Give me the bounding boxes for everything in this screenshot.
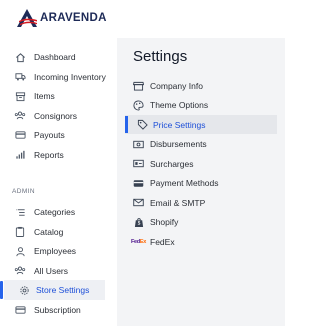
sidebar-item-reports[interactable]: Reports [0, 145, 117, 165]
brand-name: ARAVENDA [40, 12, 107, 24]
card-icon [133, 178, 144, 189]
home-icon [14, 51, 26, 63]
sidebar-item-subscription[interactable]: Subscription [0, 300, 117, 320]
sidebar-item-label: Employees [34, 246, 77, 256]
shopify-icon [133, 217, 144, 228]
tag-icon [137, 119, 148, 130]
sidebar-item-label: Subscription [34, 304, 81, 315]
brand-logo[interactable]: ARAVENDA [16, 7, 107, 29]
settings-item-label: Payment Methods [150, 178, 219, 188]
settings-item-label: FedEx [150, 236, 175, 247]
sidebar: Dashboard Incoming Inventory Items Consi… [0, 38, 117, 326]
sidebar-item-label: Reports [34, 149, 64, 160]
settings-item-label: Email & SMTP [150, 197, 206, 208]
settings-item-label: Price Settings [153, 119, 206, 130]
users-icon [14, 110, 26, 122]
fedex-icon: Fed Ex [130, 238, 147, 245]
card-icon [14, 129, 26, 141]
store-icon [133, 80, 144, 91]
settings-panel: Settings Company Info Theme Options Pric… [117, 38, 285, 326]
settings-item-payment-methods[interactable]: Payment Methods [125, 174, 277, 193]
sidebar-item-label: Consignors [34, 110, 77, 121]
sidebar-item-catalog[interactable]: Catalog [0, 222, 117, 242]
settings-item-label: Company Info [150, 80, 203, 91]
sidebar-item-all-users[interactable]: All Users [0, 261, 117, 281]
cash-icon [133, 139, 144, 150]
sidebar-item-consignors[interactable]: Consignors [0, 106, 117, 126]
sidebar-item-incoming-inventory[interactable]: Incoming Inventory [0, 67, 117, 87]
sidebar-item-label: Dashboard [34, 52, 76, 62]
sidebar-item-label: Catalog [34, 226, 64, 237]
truck-icon [14, 71, 26, 83]
settings-item-shopify[interactable]: Shopify [125, 213, 277, 232]
box-icon [14, 90, 26, 102]
sidebar-item-label: Payouts [34, 130, 65, 140]
sidebar-item-label: Categories [34, 207, 76, 217]
sidebar-item-items[interactable]: Items [0, 86, 117, 106]
app-window: ARAVENDA Dashboard Incoming Inventory It… [0, 0, 285, 326]
settings-item-theme-options[interactable]: Theme Options [125, 96, 277, 115]
palette-icon [133, 99, 144, 111]
clipboard-icon [14, 226, 26, 238]
settings-item-label: Theme Options [150, 100, 209, 110]
sidebar-item-store-settings[interactable]: Store Settings [0, 280, 105, 300]
settings-item-company-info[interactable]: Company Info [125, 76, 277, 95]
users-icon [14, 265, 26, 277]
admin-section-label: ADMIN [12, 188, 35, 195]
sidebar-item-label: Incoming Inventory [34, 71, 106, 82]
settings-item-label: Shopify [150, 217, 179, 227]
card-icon [14, 304, 26, 316]
settings-item-surcharges[interactable]: Surcharges [125, 154, 277, 173]
page-title: Settings [133, 48, 188, 65]
sidebar-item-label: Items [34, 91, 55, 101]
user-icon [14, 245, 26, 257]
settings-item-label: Disbursements [150, 139, 207, 149]
sidebar-item-categories[interactable]: Categories [0, 202, 117, 222]
gear-icon [18, 284, 30, 296]
bar-chart-icon [14, 149, 26, 161]
settings-item-label: Surcharges [150, 158, 194, 169]
mail-icon [133, 197, 144, 208]
settings-item-price-settings[interactable]: Price Settings [125, 115, 277, 134]
sidebar-item-payouts[interactable]: Payouts [0, 125, 117, 145]
settings-item-email-smtp[interactable]: Email & SMTP [125, 193, 277, 212]
sidebar-item-label: Store Settings [36, 285, 90, 295]
aravenda-logo-icon [17, 9, 37, 27]
settings-item-fedex[interactable]: Fed Ex FedEx [125, 232, 277, 251]
list-icon [14, 206, 26, 218]
settings-item-disbursements[interactable]: Disbursements [125, 135, 277, 154]
sidebar-item-label: All Users [34, 265, 69, 276]
surcharge-icon [133, 158, 144, 169]
sidebar-item-dashboard[interactable]: Dashboard [0, 47, 117, 67]
sidebar-item-employees[interactable]: Employees [0, 241, 117, 261]
